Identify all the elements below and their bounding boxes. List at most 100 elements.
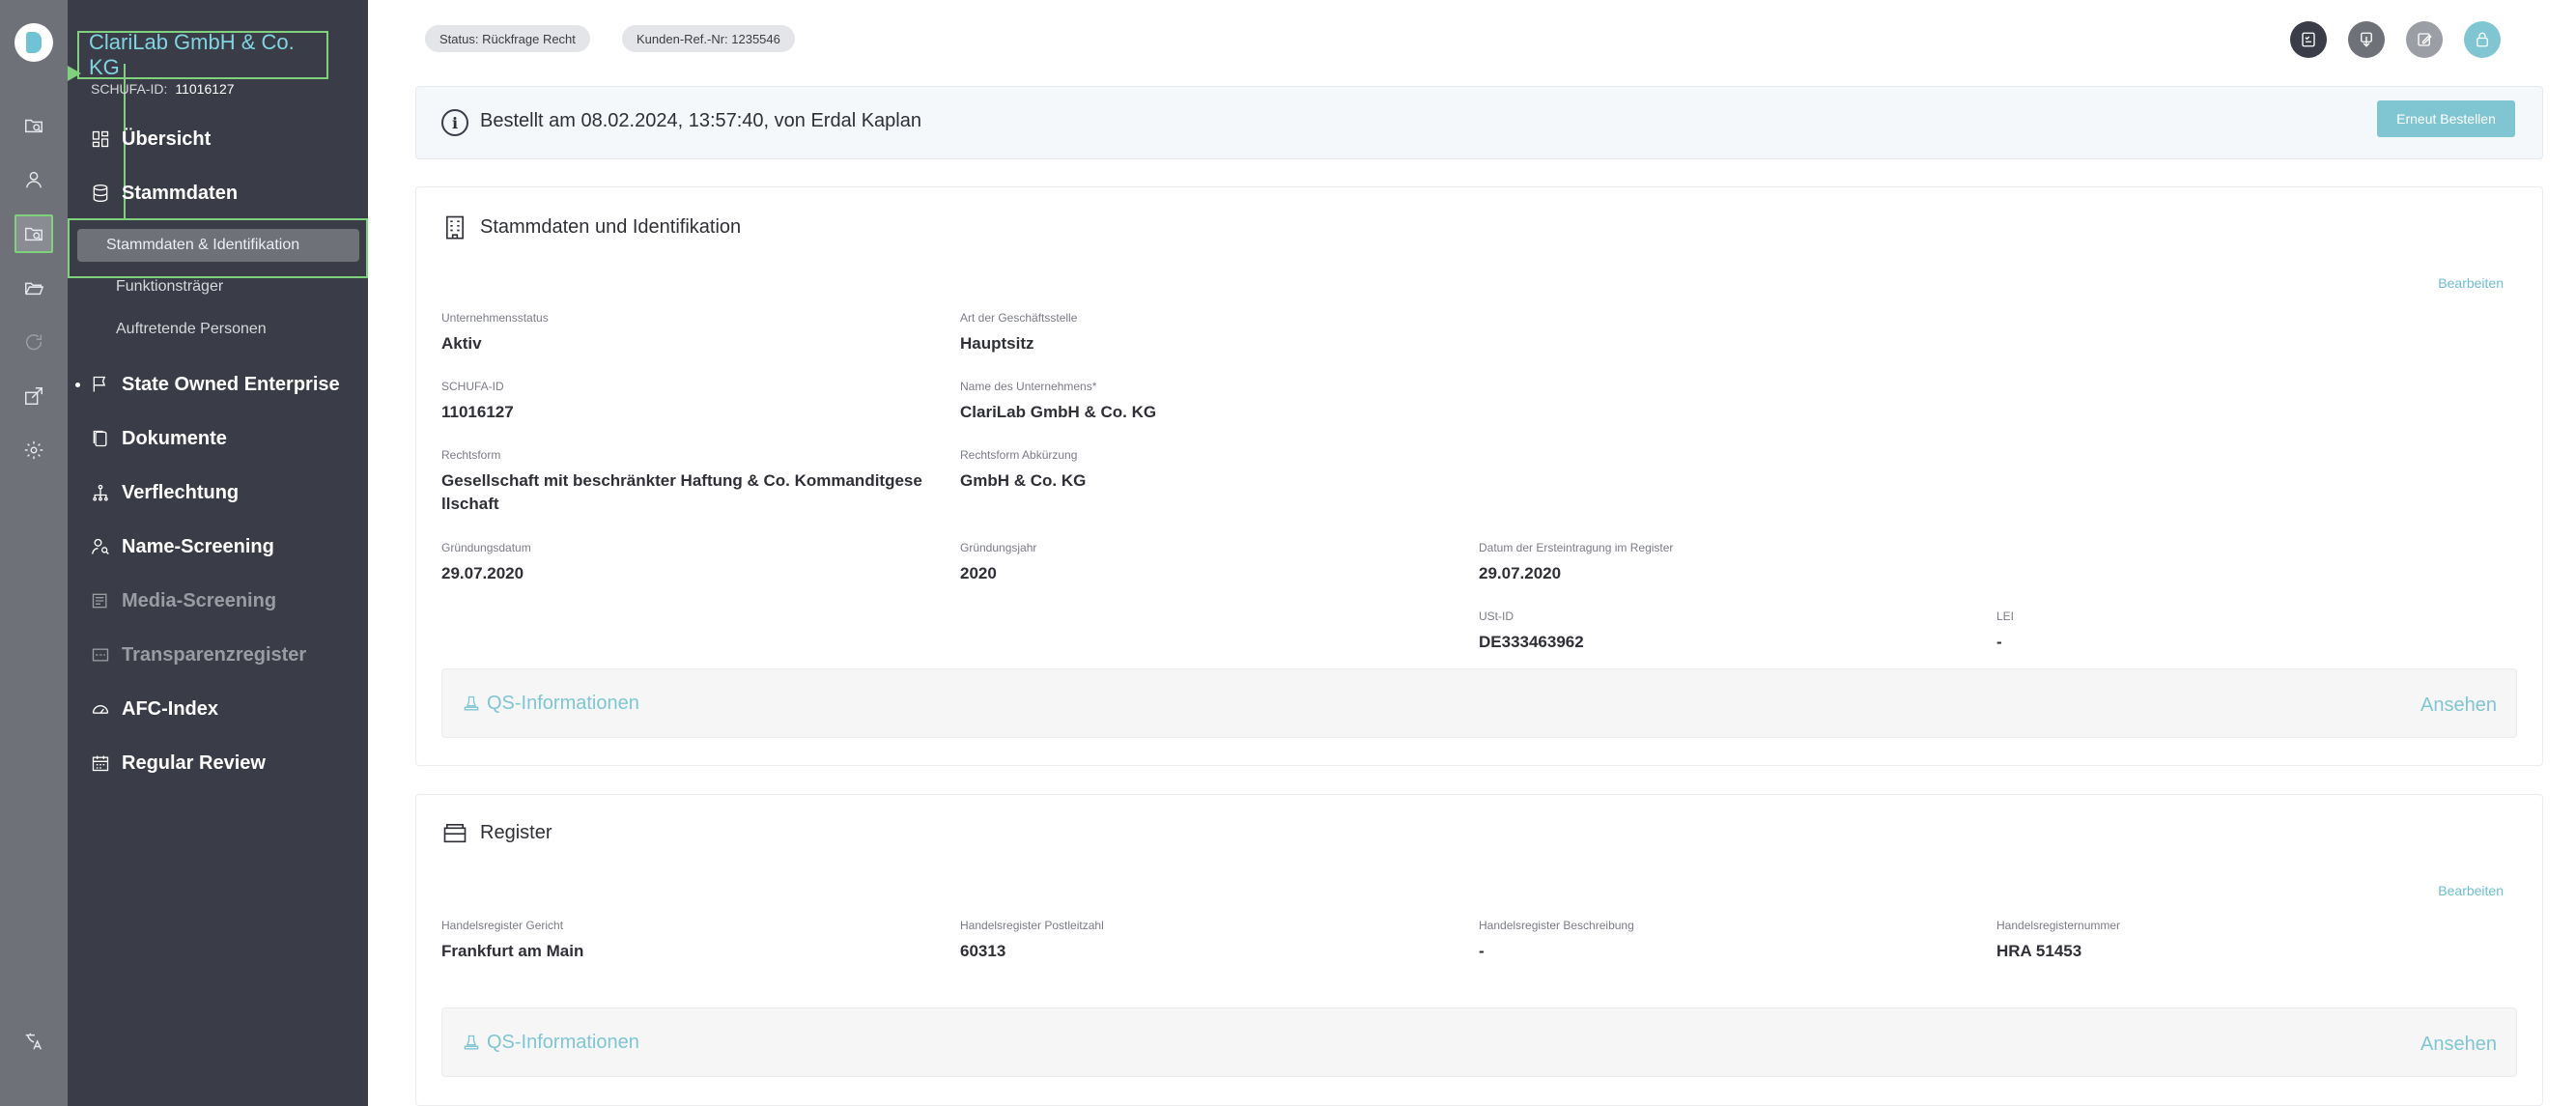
edit-note-icon[interactable] <box>2406 21 2443 58</box>
translate-icon[interactable] <box>14 1022 53 1061</box>
stamp-icon <box>464 695 479 710</box>
field-unternehmensname: Name des Unternehmens* ClariLab GmbH & C… <box>960 380 1156 424</box>
field-label: USt-ID <box>1479 610 1514 623</box>
company-name[interactable]: ClariLab GmbH & Co. KG <box>77 30 328 79</box>
network-icon <box>93 484 108 501</box>
sidebar-item-label: Stammdaten <box>122 182 239 204</box>
gear-icon[interactable] <box>14 431 53 469</box>
sidebar-item-label: Name-Screening <box>122 535 274 557</box>
sidebar-item-media-screening: Media-Screening <box>91 584 276 617</box>
field-art-geschaeftsstelle: Art der Geschäftsstelle Hauptsitz <box>960 311 1077 355</box>
field-hr-beschreibung: Handelsregister Beschreibung - <box>1479 919 1634 963</box>
field-value: 11016127 <box>441 403 514 421</box>
card-title-text: Register <box>480 821 552 843</box>
field-ust-id: USt-ID DE333463962 <box>1479 610 1584 654</box>
qs-info-label: QS-Informationen <box>487 693 639 714</box>
field-lei: LEI - <box>1996 610 2014 654</box>
sidebar-item-stammdaten[interactable]: Stammdaten <box>91 177 238 210</box>
folder-open-icon[interactable] <box>14 269 53 307</box>
qs-view-link[interactable]: Ansehen <box>2420 1034 2497 1056</box>
lock-icon[interactable] <box>2464 21 2501 58</box>
field-label: Handelsregisternummer <box>1996 919 2121 932</box>
info-icon: i <box>441 109 468 136</box>
qs-info-label-row: QS-Informationen <box>462 1032 639 1054</box>
field-hr-nummer: Handelsregisternummer HRA 51453 <box>1996 919 2120 963</box>
edit-link[interactable]: Bearbeiten <box>2438 275 2504 291</box>
refresh-icon <box>14 323 53 361</box>
field-value: ClariLab GmbH & Co. KG <box>960 403 1157 421</box>
card-title: Register <box>441 819 552 846</box>
stamp-icon <box>464 1035 479 1049</box>
order-info-text: Bestellt am 08.02.2024, 13:57:40, von Er… <box>480 110 921 131</box>
field-hr-gericht: Handelsregister Gericht Frankfurt am Mai… <box>441 919 583 963</box>
sidebar-item-label: Übersicht <box>122 128 212 150</box>
flag-icon <box>93 376 106 392</box>
card-title-text: Stammdaten und Identifikation <box>480 215 742 238</box>
sidebar-item-label: Verflechtung <box>122 481 240 503</box>
field-label: Handelsregister Postleitzahl <box>960 919 1104 932</box>
database-icon <box>93 184 108 203</box>
field-value: GmbH & Co. KG <box>960 471 1087 490</box>
schufa-id-line: SCHUFA-ID: 11016127 <box>91 81 235 97</box>
download-icon[interactable] <box>2348 21 2385 58</box>
person-icon[interactable] <box>14 160 53 199</box>
field-label: Art der Geschäftsstelle <box>960 311 1078 325</box>
dashboard-icon <box>92 130 109 148</box>
sidebar-subitem-auftretende-personen[interactable]: Auftretende Personen <box>116 315 267 344</box>
field-value: Gesellschaft mit beschränkter Haftung & … <box>441 471 922 513</box>
sidebar-item-uebersicht[interactable]: Übersicht <box>91 123 211 156</box>
sidebar: ClariLab GmbH & Co. KG SCHUFA-ID: 1101612… <box>68 0 368 1106</box>
edit-link[interactable]: Bearbeiten <box>2438 883 2504 898</box>
register-icon <box>92 648 109 662</box>
schufa-id-value: 11016127 <box>175 81 235 97</box>
archive-icon <box>443 824 467 843</box>
logo-mark-icon <box>26 32 42 53</box>
field-value: 29.07.2020 <box>441 564 524 582</box>
field-label: SCHUFA-ID <box>441 380 504 393</box>
qs-view-link[interactable]: Ansehen <box>2420 695 2497 717</box>
field-gruendungsjahr: Gründungsjahr 2020 <box>960 541 1036 585</box>
export-icon[interactable] <box>14 377 53 415</box>
folder-search-icon[interactable] <box>14 106 53 145</box>
sidebar-item-transparenzregister: Transparenzregister <box>91 638 306 671</box>
field-label: Rechtsform Abkürzung <box>960 448 1078 462</box>
sidebar-subitem-stammdaten-identifikation[interactable]: Stammdaten & Identifikation <box>77 229 359 262</box>
stammdaten-card: Stammdaten und Identifikation Bearbeiten… <box>415 186 2543 766</box>
sidebar-item-verflechtung[interactable]: Verflechtung <box>91 476 239 509</box>
icon-rail <box>0 0 68 1106</box>
field-label: LEI <box>1996 610 2015 623</box>
field-label: Datum der Ersteintragung im Register <box>1479 541 1674 554</box>
document-icon <box>93 430 107 447</box>
sidebar-item-label: Dokumente <box>122 427 227 449</box>
reorder-button[interactable]: Erneut Bestellen <box>2377 100 2515 137</box>
calendar-icon <box>92 755 109 772</box>
sidebar-item-label: AFC-Index <box>122 697 218 720</box>
building-icon <box>446 215 464 240</box>
bullet-dot <box>75 383 80 387</box>
sidebar-item-name-screening[interactable]: Name-Screening <box>91 530 274 563</box>
order-info-banner: i Bestellt am 08.02.2024, 13:57:40, von … <box>415 86 2543 159</box>
sidebar-subitem-funktionstraeger[interactable]: Funktionsträger <box>116 272 223 301</box>
customer-ref-badge: Kunden-Ref.-Nr: 1235546 <box>622 25 795 52</box>
field-value: - <box>1479 942 1485 960</box>
qs-info-panel[interactable]: QS-Informationen Ansehen <box>441 1007 2517 1077</box>
field-label: Name des Unternehmens* <box>960 380 1097 393</box>
field-schufa-id: SCHUFA-ID 11016127 <box>441 380 514 424</box>
field-label: Handelsregister Gericht <box>441 919 564 932</box>
sidebar-item-afc-index[interactable]: AFC-Index <box>91 693 218 725</box>
field-label: Unternehmensstatus <box>441 311 549 325</box>
field-ersteintragung: Datum der Ersteintragung im Register 29.… <box>1479 541 1673 585</box>
field-value: 2020 <box>960 564 997 582</box>
sidebar-item-dokumente[interactable]: Dokumente <box>91 422 227 455</box>
checklist-icon[interactable] <box>2290 21 2327 58</box>
sidebar-item-state-owned-enterprise[interactable]: State Owned Enterprise <box>91 368 340 401</box>
folder-search-icon-active[interactable] <box>14 214 53 253</box>
sidebar-item-label: State Owned Enterprise <box>122 373 340 395</box>
qs-info-panel[interactable]: QS-Informationen Ansehen <box>441 668 2517 738</box>
sidebar-item-regular-review[interactable]: Regular Review <box>91 747 266 780</box>
app-logo[interactable] <box>14 23 53 62</box>
field-value: Aktiv <box>441 334 482 353</box>
sidebar-item-label: Media-Screening <box>122 589 277 611</box>
status-badge: Status: Rückfrage Recht <box>425 25 590 52</box>
field-hr-plz: Handelsregister Postleitzahl 60313 <box>960 919 1104 963</box>
